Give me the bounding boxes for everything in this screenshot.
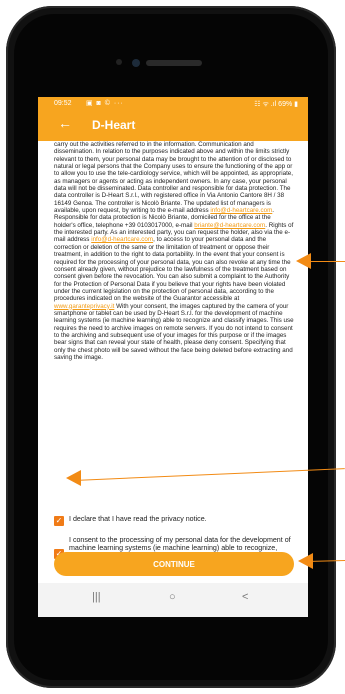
arrow-head xyxy=(66,470,81,486)
email-link-briante[interactable]: briante@d-heartcare.com xyxy=(194,222,265,229)
home-icon[interactable]: ○ xyxy=(169,591,176,603)
privacy-notice-checkbox[interactable]: ✓ xyxy=(54,516,64,526)
privacy-notice-label: I declare that I have read the privacy n… xyxy=(69,515,207,523)
arrow-head xyxy=(298,553,313,569)
arrow-head xyxy=(296,253,311,269)
email-link-info[interactable]: info@d-heartcare.com xyxy=(210,207,272,214)
status-bar: 09:52 ▣ ◙ © ··· ☷ ᯤ .ıl 69% ▮ xyxy=(38,97,308,111)
continue-button[interactable]: CONTINUE xyxy=(54,552,294,576)
notification-icons: ▣ ◙ © ··· xyxy=(86,100,124,107)
recent-apps-icon[interactable]: ||| xyxy=(92,591,101,603)
proximity-sensor xyxy=(116,59,122,65)
nav-back-icon[interactable]: < xyxy=(242,591,248,603)
privacy-policy-text: carry out the activities referred to in … xyxy=(54,141,294,361)
app-title: D-Heart xyxy=(92,118,136,132)
android-nav-bar: ||| ○ < xyxy=(38,583,308,617)
earpiece-speaker xyxy=(146,60,202,66)
policy-paragraph: With your consent, the images captured b… xyxy=(54,302,294,361)
policy-paragraph: , to access to your personal data and th… xyxy=(54,236,291,303)
privacy-content[interactable]: carry out the activities referred to in … xyxy=(38,141,308,583)
policy-paragraph: carry out the activities referred to in … xyxy=(54,141,294,215)
app-bar: ← D-Heart xyxy=(38,111,308,141)
privacy-notice-checkbox-row[interactable]: ✓ I declare that I have read the privacy… xyxy=(54,515,294,529)
app-screen: 09:52 ▣ ◙ © ··· ☷ ᯤ .ıl 69% ▮ ← D-Heart … xyxy=(38,97,308,617)
status-time: 09:52 xyxy=(54,100,72,107)
status-right-icons: ☷ ᯤ .ıl 69% ▮ xyxy=(254,101,298,108)
garante-website-link[interactable]: www.garanteprivacy.it xyxy=(54,303,114,310)
email-link-info-rights[interactable]: info@d-heartcare.com xyxy=(91,236,153,243)
front-camera-icon xyxy=(132,59,140,67)
back-arrow-icon[interactable]: ← xyxy=(58,115,72,131)
